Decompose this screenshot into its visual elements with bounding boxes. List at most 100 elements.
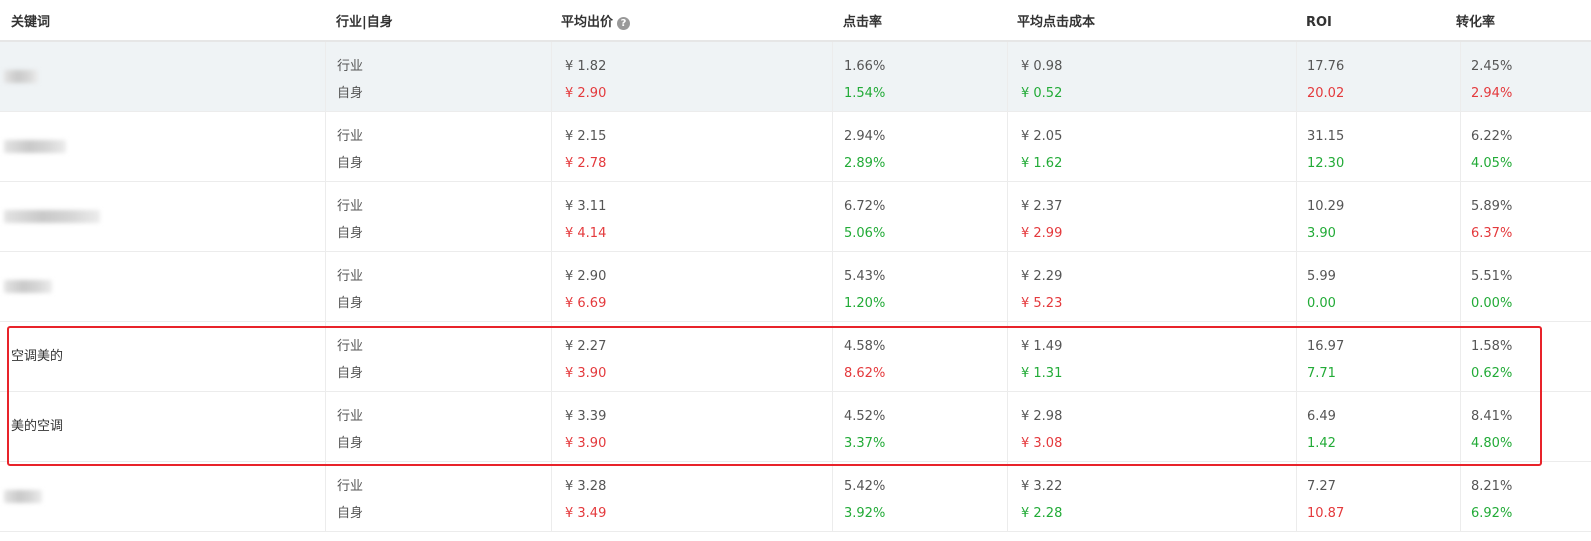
column-divider [1007, 112, 1008, 181]
self-ctr: 1.20% [844, 296, 886, 311]
column-divider [1460, 392, 1461, 461]
table-row[interactable]: 行业 自身 ¥ 2.90 ¥ 6.69 5.43% 1.20% ¥ 2.29 ¥ 5.23 5.… [0, 252, 1591, 322]
industry-avg-cpc: ¥ 2.98 [1021, 409, 1063, 424]
industry-avg-bid: ¥ 1.82 [565, 59, 607, 74]
industry-label: 行业 [337, 129, 364, 144]
industry-avg-cpc: ¥ 3.22 [1021, 479, 1063, 494]
column-divider [325, 392, 326, 461]
header-avg-cpc: 平均点击成本 [1017, 15, 1096, 30]
column-divider [551, 252, 552, 321]
self-avg-bid: ¥ 2.78 [565, 156, 607, 171]
column-divider [832, 252, 833, 321]
table-row[interactable]: 行业 自身 ¥ 3.28 ¥ 3.49 5.42% 3.92% ¥ 3.22 ¥ 2.28 7.… [0, 462, 1591, 532]
self-avg-cpc: ¥ 3.08 [1021, 436, 1063, 451]
table-row[interactable]: 美的空调 行业 自身 ¥ 3.39 ¥ 3.90 4.52% 3.37% ¥ 2.98 ¥ 3.… [0, 392, 1591, 462]
column-divider [1460, 462, 1461, 531]
industry-avg-bid: ¥ 2.27 [565, 339, 607, 354]
column-divider [1296, 182, 1297, 251]
self-cvr: 6.37% [1471, 226, 1513, 241]
table-row[interactable]: 行业 自身 ¥ 2.15 ¥ 2.78 2.94% 2.89% ¥ 2.05 ¥ 1.62 31… [0, 112, 1591, 182]
industry-ctr: 2.94% [844, 129, 886, 144]
column-divider [1296, 322, 1297, 391]
self-roi: 3.90 [1307, 226, 1336, 241]
self-label: 自身 [337, 156, 364, 171]
industry-ctr: 1.66% [844, 59, 886, 74]
column-divider [1007, 322, 1008, 391]
self-cvr: 2.94% [1471, 86, 1513, 101]
column-divider [1460, 252, 1461, 321]
industry-avg-bid: ¥ 2.90 [565, 269, 607, 284]
industry-roi: 6.49 [1307, 409, 1336, 424]
header-ctr: 点击率 [843, 15, 883, 30]
self-cvr: 4.05% [1471, 156, 1513, 171]
self-cvr: 4.80% [1471, 436, 1513, 451]
industry-avg-cpc: ¥ 2.29 [1021, 269, 1063, 284]
industry-roi: 5.99 [1307, 269, 1336, 284]
industry-cvr: 8.21% [1471, 479, 1513, 494]
industry-cvr: 6.22% [1471, 129, 1513, 144]
table-row[interactable]: 行业 自身 ¥ 3.11 ¥ 4.14 6.72% 5.06% ¥ 2.37 ¥ 2.99 10… [0, 182, 1591, 252]
industry-ctr: 4.58% [844, 339, 886, 354]
industry-avg-cpc: ¥ 2.37 [1021, 199, 1063, 214]
industry-ctr: 5.42% [844, 479, 886, 494]
column-divider [832, 392, 833, 461]
header-avg-bid-label: 平均出价 [561, 15, 614, 30]
self-avg-bid: ¥ 3.49 [565, 506, 607, 521]
column-divider [1007, 182, 1008, 251]
column-divider [1007, 42, 1008, 111]
keyword-blurred [4, 210, 100, 223]
keyword-text: 空调美的 [11, 349, 64, 364]
header-industry-self: 行业|自身 [336, 15, 393, 30]
industry-avg-cpc: ¥ 1.49 [1021, 339, 1063, 354]
column-divider [325, 42, 326, 111]
header-roi: ROI [1306, 15, 1332, 30]
self-ctr: 1.54% [844, 86, 886, 101]
industry-cvr: 5.89% [1471, 199, 1513, 214]
self-ctr: 3.92% [844, 506, 886, 521]
industry-roi: 31.15 [1307, 129, 1345, 144]
column-divider [832, 112, 833, 181]
industry-ctr: 6.72% [844, 199, 886, 214]
self-roi: 1.42 [1307, 436, 1336, 451]
header-avg-bid: 平均出价? [561, 0, 631, 40]
question-circle-icon[interactable]: ? [617, 17, 631, 30]
industry-label: 行业 [337, 339, 364, 354]
self-cvr: 0.00% [1471, 296, 1513, 311]
self-roi: 20.02 [1307, 86, 1345, 101]
self-roi: 12.30 [1307, 156, 1345, 171]
table-row[interactable]: 空调美的 行业 自身 ¥ 2.27 ¥ 3.90 4.58% 8.62% ¥ 1.49 ¥ 1.… [0, 322, 1591, 392]
self-avg-cpc: ¥ 0.52 [1021, 86, 1063, 101]
self-avg-cpc: ¥ 1.31 [1021, 366, 1063, 381]
industry-label: 行业 [337, 269, 364, 284]
column-divider [1296, 112, 1297, 181]
self-roi: 10.87 [1307, 506, 1345, 521]
industry-avg-cpc: ¥ 2.05 [1021, 129, 1063, 144]
column-divider [325, 322, 326, 391]
self-ctr: 3.37% [844, 436, 886, 451]
column-divider [551, 462, 552, 531]
column-divider [1296, 462, 1297, 531]
self-avg-cpc: ¥ 2.28 [1021, 506, 1063, 521]
column-divider [1296, 42, 1297, 111]
column-divider [325, 252, 326, 321]
column-divider [551, 322, 552, 391]
column-divider [551, 112, 552, 181]
self-roi: 0.00 [1307, 296, 1336, 311]
self-avg-cpc: ¥ 1.62 [1021, 156, 1063, 171]
self-cvr: 6.92% [1471, 506, 1513, 521]
self-avg-bid: ¥ 2.90 [565, 86, 607, 101]
self-avg-bid: ¥ 3.90 [565, 366, 607, 381]
industry-cvr: 1.58% [1471, 339, 1513, 354]
column-divider [1460, 112, 1461, 181]
self-ctr: 8.62% [844, 366, 886, 381]
industry-ctr: 4.52% [844, 409, 886, 424]
industry-avg-bid: ¥ 3.39 [565, 409, 607, 424]
table-row[interactable]: 行业 自身 ¥ 1.82 ¥ 2.90 1.66% 1.54% ¥ 0.98 ¥ 0.52 17… [0, 42, 1591, 112]
industry-roi: 17.76 [1307, 59, 1345, 74]
column-divider [1296, 252, 1297, 321]
header-keyword: 关键词 [11, 15, 51, 30]
industry-cvr: 2.45% [1471, 59, 1513, 74]
self-label: 自身 [337, 506, 364, 521]
self-label: 自身 [337, 436, 364, 451]
industry-cvr: 8.41% [1471, 409, 1513, 424]
